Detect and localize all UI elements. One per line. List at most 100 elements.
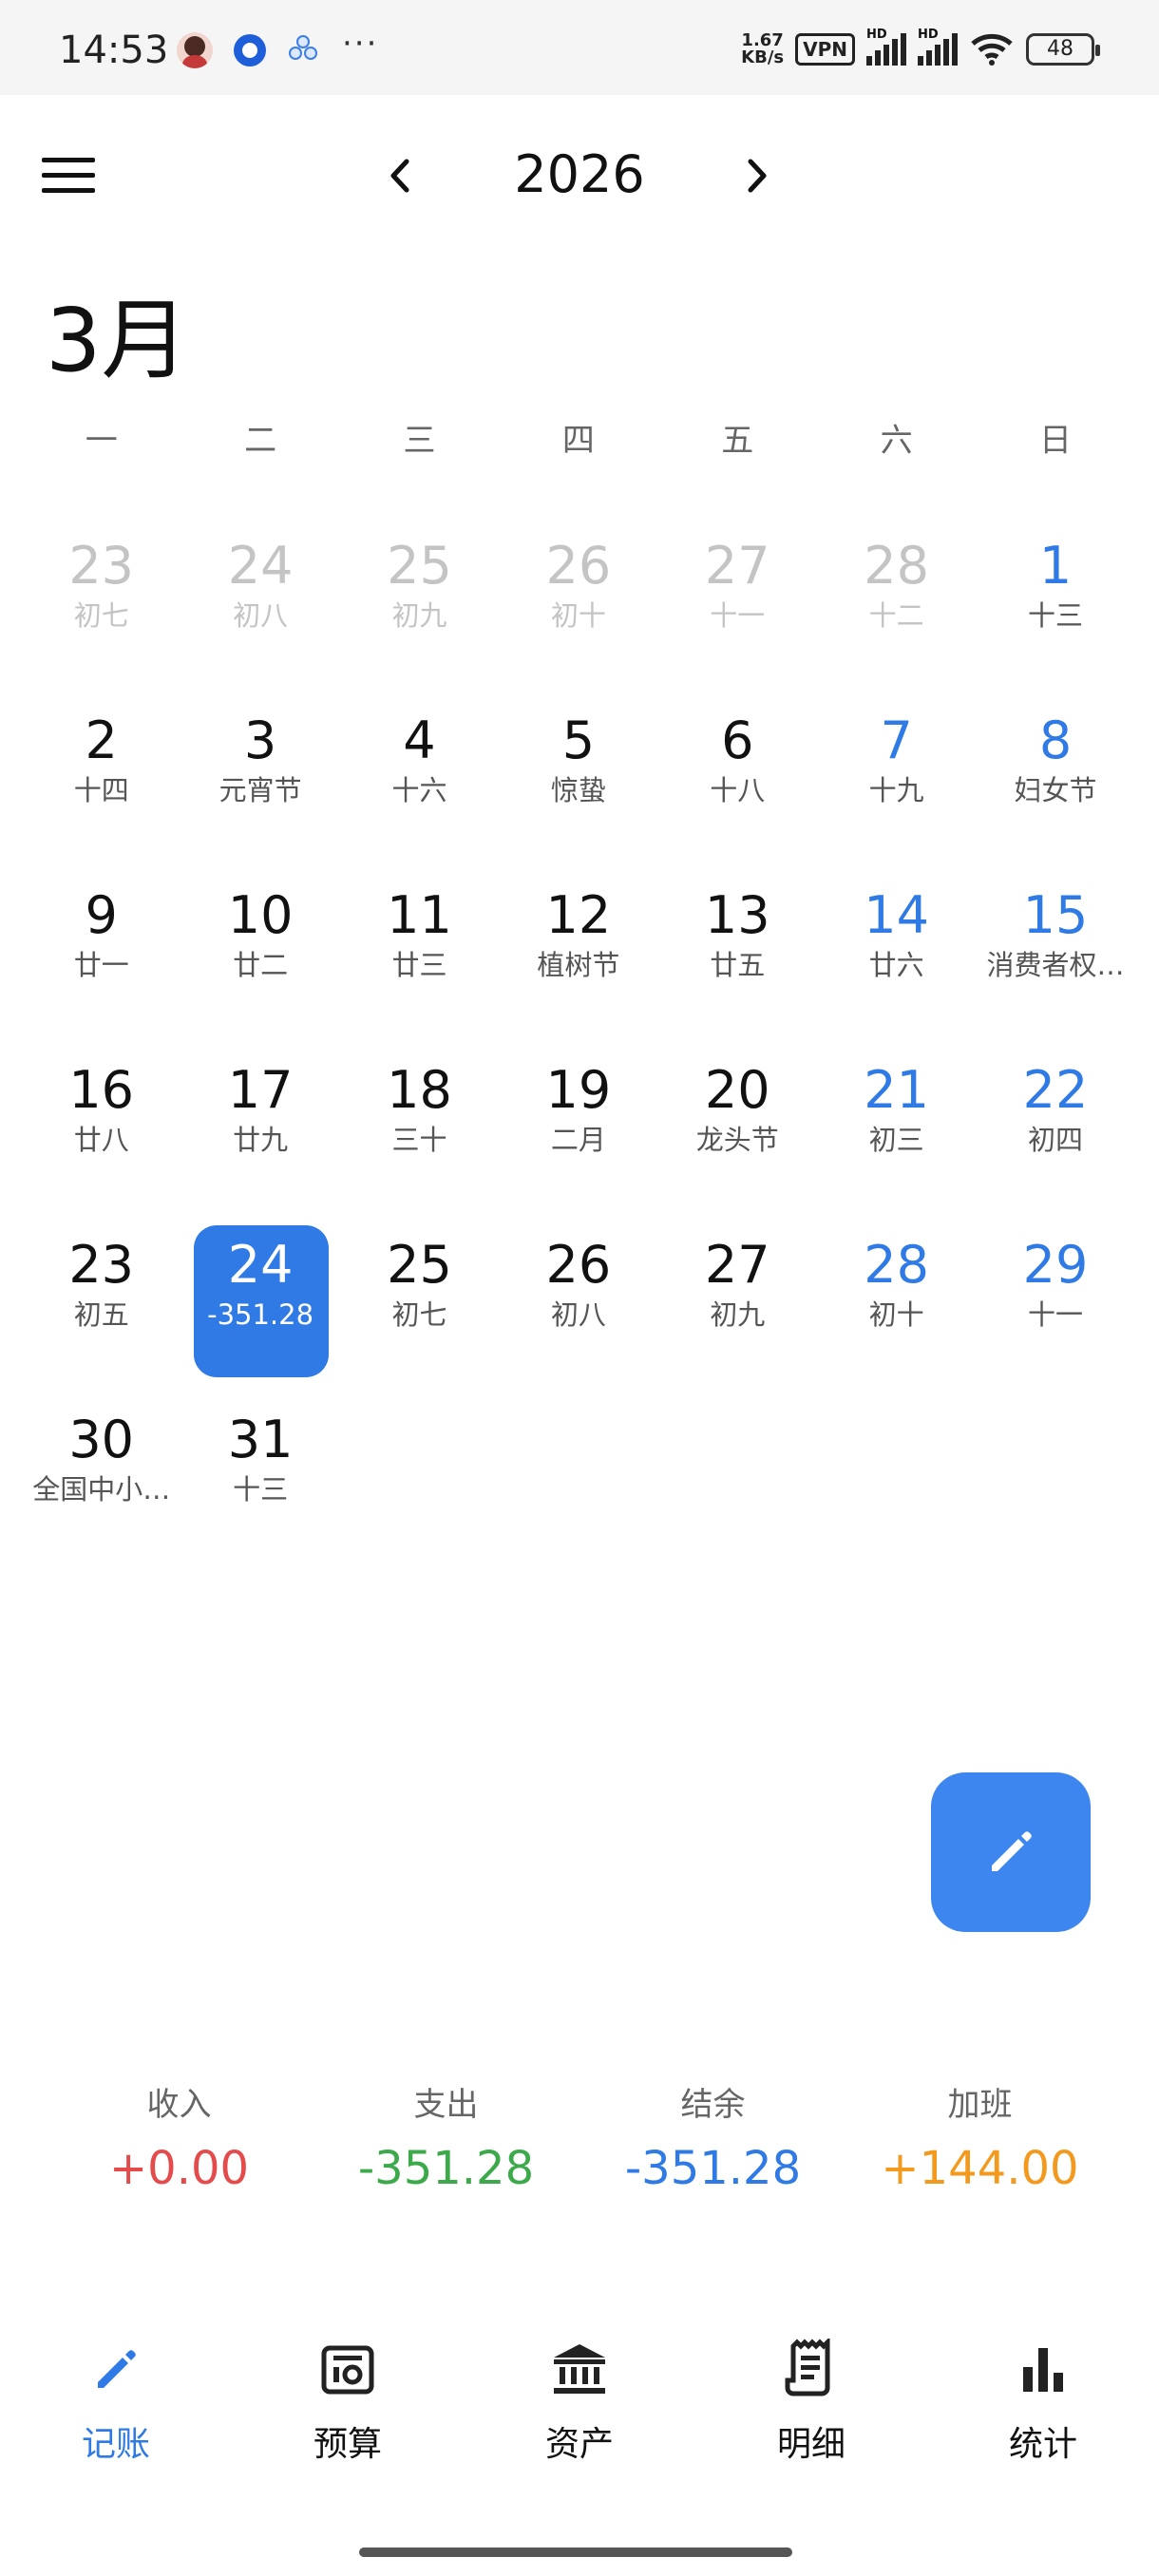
day-number: 24	[227, 536, 294, 596]
calendar-day[interactable]: 23 初七	[22, 509, 180, 684]
calendar-day[interactable]: 17 廿九	[180, 1033, 339, 1208]
day-lunar-label: 廿六	[868, 949, 924, 981]
calendar-day[interactable]: 29 十一	[976, 1208, 1134, 1383]
day-number: 15	[1022, 885, 1089, 945]
nav-item-3[interactable]: 明细	[695, 2339, 927, 2466]
calendar-day[interactable]: 22 初四	[976, 1033, 1134, 1208]
nav-item-2[interactable]: 资产	[464, 2339, 695, 2466]
calendar-day[interactable]: 31 十三	[180, 1383, 339, 1558]
calendar-day[interactable]: 10 廿二	[180, 859, 339, 1033]
day-lunar-label: 初九	[391, 599, 447, 632]
calendar-day[interactable]: 27 初九	[658, 1208, 817, 1383]
day-number: 19	[545, 1060, 612, 1120]
calendar-day[interactable]: 27 十一	[658, 509, 817, 684]
cloud-app-notification-icon	[287, 33, 321, 67]
summary-value: -351.28	[357, 2142, 535, 2195]
calendar-day[interactable]: 18 三十	[340, 1033, 499, 1208]
day-number: 25	[387, 536, 452, 596]
calendar-day[interactable]: 13 廿五	[658, 859, 817, 1033]
day-number: 2	[85, 710, 118, 770]
day-lunar-label: 廿八	[73, 1124, 129, 1156]
summary-value: +0.00	[108, 2142, 250, 2195]
chevron-right-icon[interactable]	[732, 152, 779, 199]
calendar-day[interactable]: 25 初七	[340, 1208, 499, 1383]
vpn-icon: VPN	[795, 33, 855, 66]
calendar-day[interactable]: 14 廿六	[817, 859, 976, 1033]
more-notifications-icon: ···	[342, 25, 379, 63]
add-record-button[interactable]	[931, 1772, 1091, 1932]
calendar-day[interactable]: 19 二月	[499, 1033, 657, 1208]
calendar-day[interactable]: 28 初十	[817, 1208, 976, 1383]
calendar-day[interactable]: 28 十二	[817, 509, 976, 684]
avatar-notification-icon	[177, 32, 213, 68]
calendar-day[interactable]: 3 元宵节	[180, 684, 339, 859]
bank-icon	[554, 2344, 605, 2394]
weekday-label: 日	[1039, 422, 1073, 460]
calendar-day[interactable]: 11 廿三	[340, 859, 499, 1033]
calendar-day[interactable]: 6 十八	[658, 684, 817, 859]
system-icons: 1.67 KB/s VPN HD HD 48	[741, 28, 1100, 66]
calendar-grid: 23 初七 24 初八 25 初九 26 初十 27 十一 28 十二 1 十三 2 十四 3 元宵节 4 十六 5 惊蛰…	[22, 509, 1135, 1558]
menu-icon[interactable]	[42, 158, 95, 196]
chevron-left-icon[interactable]	[378, 152, 426, 199]
day-number: 5	[561, 710, 596, 770]
day-lunar-label: 二月	[550, 1124, 606, 1156]
calendar-day[interactable]: 21 初三	[817, 1033, 976, 1208]
day-number: 14	[864, 885, 929, 945]
nav-item-0[interactable]: 记账	[0, 2339, 232, 2466]
day-lunar-label: 廿九	[233, 1124, 289, 1156]
year-label: 2026	[514, 144, 645, 204]
day-number: 13	[704, 885, 770, 945]
calendar-day[interactable]: 25 初九	[340, 509, 499, 684]
day-lunar-label: 初十	[868, 1298, 924, 1331]
nav-item-4[interactable]: 统计	[927, 2339, 1159, 2466]
calendar-day[interactable]: 4 十六	[340, 684, 499, 859]
calendar-day[interactable]: 30 全国中小…	[22, 1383, 180, 1558]
calendar-day[interactable]: 20 龙头节	[658, 1033, 817, 1208]
bar-chart-icon	[1023, 2348, 1063, 2392]
calendar-day[interactable]: 26 初十	[499, 509, 657, 684]
day-lunar-label: 初十	[550, 599, 606, 632]
calendar-day[interactable]: 12 植树节	[499, 859, 657, 1033]
summary-label: 结余	[680, 2086, 746, 2124]
calendar-day[interactable]: 26 初八	[499, 1208, 657, 1383]
day-number: 10	[227, 885, 294, 945]
month-title: 3月	[46, 290, 189, 391]
calendar-day[interactable]: 9 廿一	[22, 859, 180, 1033]
calendar-day[interactable]: 15 消费者权…	[976, 859, 1134, 1033]
day-lunar-label: 十一	[710, 599, 766, 632]
calendar-day[interactable]: 16 廿八	[22, 1033, 180, 1208]
calendar-day[interactable]: 8 妇女节	[976, 684, 1134, 859]
home-indicator[interactable]	[359, 2548, 792, 2557]
day-number: 30	[68, 1410, 135, 1469]
wifi-icon	[971, 33, 1013, 66]
summary-label: 支出	[413, 2086, 479, 2124]
weekday-header: 一二三四五六日	[0, 414, 1159, 461]
calendar-day[interactable]: 5 惊蛰	[499, 684, 657, 859]
calendar-day-selected[interactable]: 24 -351.28	[180, 1208, 339, 1383]
nav-label: 记账	[81, 2425, 150, 2464]
day-lunar-label: 惊蛰	[550, 774, 606, 806]
weekday-label: 三	[403, 422, 436, 460]
day-number: 24	[227, 1235, 294, 1295]
status-bar: 14:53 ··· 1.67 KB/s VPN HD HD 48	[0, 0, 1159, 95]
status-time: 14:53	[59, 28, 169, 72]
calendar-day[interactable]: 7 十九	[817, 684, 976, 859]
pencil-icon	[98, 2350, 136, 2388]
day-lunar-label: 初四	[1028, 1124, 1084, 1156]
nav-item-1[interactable]: 预算	[232, 2339, 464, 2466]
nav-label: 统计	[1008, 2425, 1077, 2464]
calendar-day[interactable]: 23 初五	[22, 1208, 180, 1383]
day-lunar-label: 廿五	[710, 949, 766, 981]
day-number: 23	[68, 1235, 135, 1295]
calendar-day[interactable]: 2 十四	[22, 684, 180, 859]
day-number: 12	[545, 885, 612, 945]
receipt-icon	[785, 2339, 830, 2396]
calendar-day[interactable]: 24 初八	[180, 509, 339, 684]
calendar-day[interactable]: 1 十三	[976, 509, 1134, 684]
day-lunar-label: 龙头节	[695, 1124, 779, 1156]
day-number: 31	[227, 1410, 294, 1469]
summary-label: 加班	[947, 2086, 1013, 2124]
nav-label: 明细	[776, 2425, 846, 2464]
day-lunar-label: 初七	[73, 599, 129, 632]
